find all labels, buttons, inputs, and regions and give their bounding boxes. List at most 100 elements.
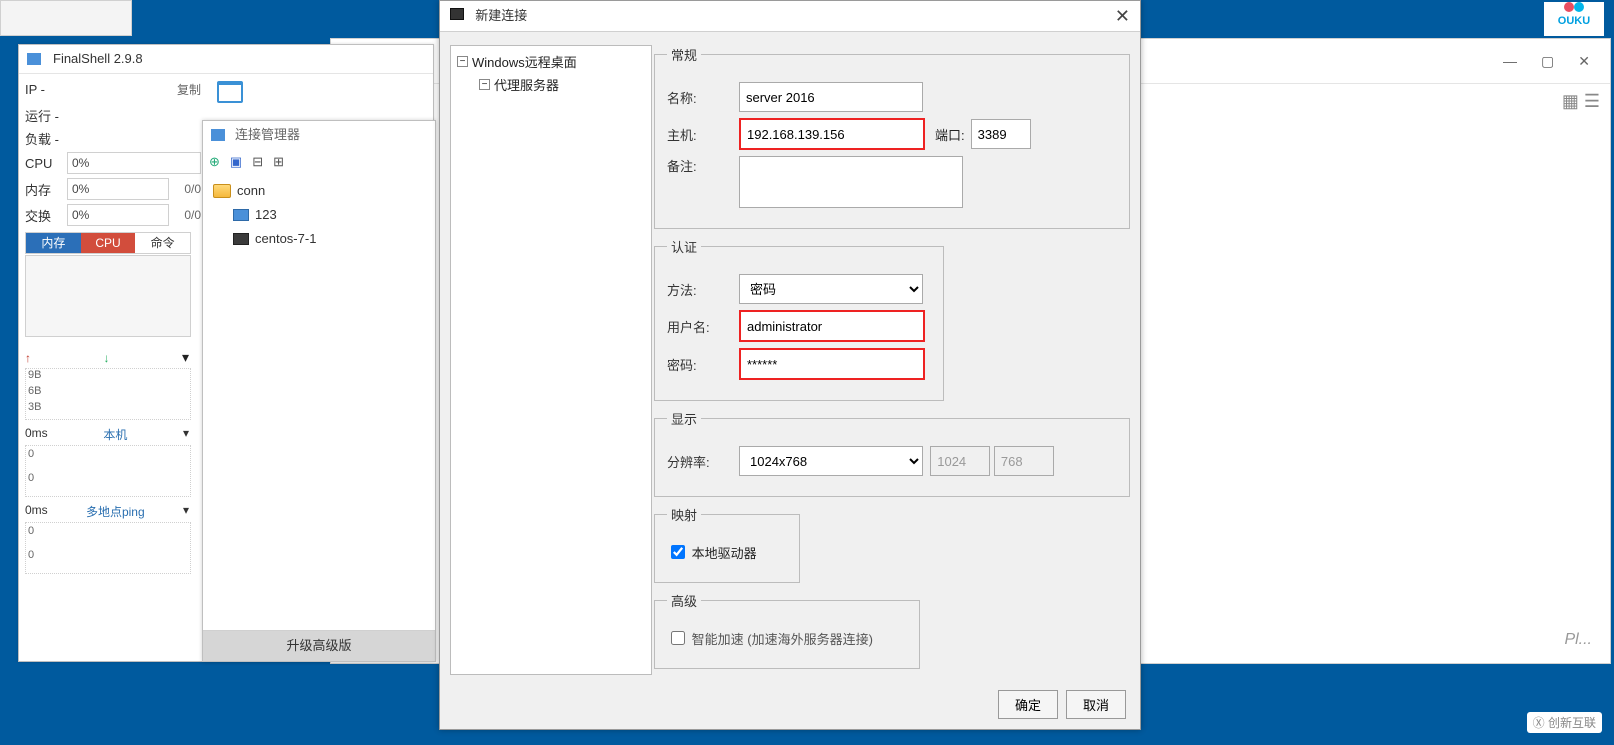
username-input[interactable]	[739, 310, 925, 342]
cancel-button[interactable]: 取消	[1066, 690, 1126, 719]
expand-icon[interactable]: ⊞	[273, 154, 284, 170]
graph-main	[25, 255, 191, 337]
stat-tabs: 内存 CPU 命令	[25, 232, 191, 254]
tab-mem[interactable]: 内存	[26, 233, 81, 253]
window-controls: — ▢ ✕	[1503, 53, 1610, 70]
smartboost-checkbox[interactable]	[671, 631, 685, 645]
collapse-icon[interactable]: −	[479, 79, 490, 90]
dialog-icon	[450, 8, 464, 20]
swap-ratio: 0/0	[173, 208, 201, 222]
add-icon[interactable]: ⊕	[209, 154, 220, 170]
stats-panel: IP - 复制 运行 - 负载 - CPU 0% 内存 0% 0/0 交换 0%…	[19, 73, 207, 580]
host-input[interactable]	[739, 118, 925, 150]
port-label: 端口:	[935, 125, 965, 144]
dialog-close-button[interactable]: ✕	[1115, 1, 1130, 31]
monitor-icon	[233, 209, 249, 221]
password-input[interactable]	[739, 348, 925, 380]
method-label: 方法:	[667, 280, 739, 299]
group-display: 显示 分辨率: 1024x768	[654, 409, 1130, 497]
view-toggle[interactable]: ▦ ☰	[1562, 91, 1600, 112]
cx-logo: Ⓧ 创新互联	[1527, 712, 1602, 733]
legend-auth: 认证	[667, 237, 701, 256]
new-connection-dialog: 新建连接 ✕ − Windows远程桌面 − 代理服务器 常规 名称: 主机: …	[439, 0, 1141, 730]
tree-node-root[interactable]: − Windows远程桌面	[455, 50, 647, 73]
resolution-select[interactable]: 1024x768	[739, 446, 923, 476]
resolution-label: 分辨率:	[667, 452, 739, 471]
multiping-link[interactable]: 多地点ping	[86, 503, 145, 520]
ms-label: 0ms	[25, 426, 48, 443]
smartboost-label: 智能加速 (加速海外服务器连接)	[692, 629, 873, 648]
dialog-title: 新建连接	[450, 1, 527, 31]
tree-node-child[interactable]: − 代理服务器	[455, 73, 647, 96]
ok-button[interactable]: 确定	[998, 690, 1058, 719]
up-arrow-icon: ↑	[25, 351, 31, 365]
legend-display: 显示	[667, 409, 701, 428]
legend-general: 常规	[667, 45, 701, 64]
minimize-button[interactable]: —	[1503, 53, 1517, 70]
group-advanced: 高级 智能加速 (加速海外服务器连接)	[654, 591, 920, 669]
dialog-category-tree: − Windows远程桌面 − 代理服务器	[450, 45, 652, 675]
down-arrow-icon: ↓	[103, 351, 109, 365]
folder-icon	[213, 184, 231, 198]
upgrade-button[interactable]: 升级高级版	[203, 630, 435, 661]
window-title: FinalShell 2.9.8	[19, 45, 433, 74]
swap-value: 0%	[67, 204, 169, 226]
cpu-value: 0%	[67, 152, 201, 174]
ip-label: IP -	[25, 82, 67, 97]
name-input[interactable]	[739, 82, 923, 112]
cpu-label: CPU	[25, 156, 67, 171]
localdrive-label: 本地驱动器	[692, 543, 757, 562]
mem-ratio: 0/0	[173, 182, 201, 196]
dropdown-icon[interactable]: ▾	[183, 426, 189, 443]
legend-mapping: 映射	[667, 505, 701, 524]
graph-ping2: 0 0	[25, 522, 191, 574]
run-label: 运行 -	[25, 106, 67, 125]
connection-tree: conn 123 centos-7-1	[203, 175, 435, 255]
res-height-input	[994, 446, 1054, 476]
host-toolbar	[0, 0, 132, 36]
tab-cmd[interactable]: 命令	[135, 233, 190, 253]
username-label: 用户名:	[667, 317, 739, 336]
dropdown-icon[interactable]: ▾	[182, 349, 189, 366]
tree-item[interactable]: 123	[209, 203, 429, 227]
folder-open-icon[interactable]	[217, 81, 243, 103]
mem-value: 0%	[67, 178, 169, 200]
tree-item[interactable]: centos-7-1	[209, 227, 429, 251]
legend-advanced: 高级	[667, 591, 701, 610]
dropdown-icon[interactable]: ▾	[183, 503, 189, 520]
mem-label: 内存	[25, 180, 67, 199]
copy-button[interactable]: 复制	[177, 81, 201, 98]
password-label: 密码:	[667, 355, 739, 374]
tree-folder[interactable]: conn	[209, 179, 429, 203]
method-select[interactable]: 密码	[739, 274, 923, 304]
localdrive-checkbox[interactable]	[671, 545, 685, 559]
connection-manager: 连接管理器 ⊕ ▣ ⊟ ⊞ conn 123 centos-7-1 升级高级版	[202, 120, 436, 662]
maximize-button[interactable]: ▢	[1541, 53, 1554, 70]
terminal-icon	[233, 233, 249, 245]
collapse-icon[interactable]: ⊟	[252, 154, 263, 170]
name-label: 名称:	[667, 88, 739, 107]
connmgr-title: 连接管理器	[203, 121, 435, 149]
group-auth: 认证 方法: 密码 用户名: 密码:	[654, 237, 944, 401]
local-link[interactable]: 本机	[103, 426, 127, 443]
host-label: 主机:	[667, 125, 739, 144]
swap-label: 交换	[25, 206, 67, 225]
ms-label2: 0ms	[25, 503, 48, 520]
collapse-icon[interactable]: −	[457, 56, 468, 67]
graph-ping1: 0 0	[25, 445, 191, 497]
app-icon	[27, 53, 41, 65]
close-button[interactable]: ✕	[1578, 53, 1590, 70]
res-width-input	[930, 446, 990, 476]
ouku-logo: OUKU	[1544, 2, 1604, 36]
port-input[interactable]	[971, 119, 1031, 149]
tab-cpu[interactable]: CPU	[81, 233, 136, 253]
note-input[interactable]	[739, 156, 963, 208]
connmgr-toolbar: ⊕ ▣ ⊟ ⊞	[203, 149, 435, 175]
monitor-icon	[211, 129, 225, 141]
graph-net: 9B 6B 3B	[25, 368, 191, 420]
photolab-label: Pl...	[1564, 631, 1592, 649]
load-label: 负载 -	[25, 129, 67, 148]
new-folder-icon[interactable]: ▣	[230, 154, 242, 170]
group-mapping: 映射 本地驱动器	[654, 505, 800, 583]
note-label: 备注:	[667, 156, 739, 175]
